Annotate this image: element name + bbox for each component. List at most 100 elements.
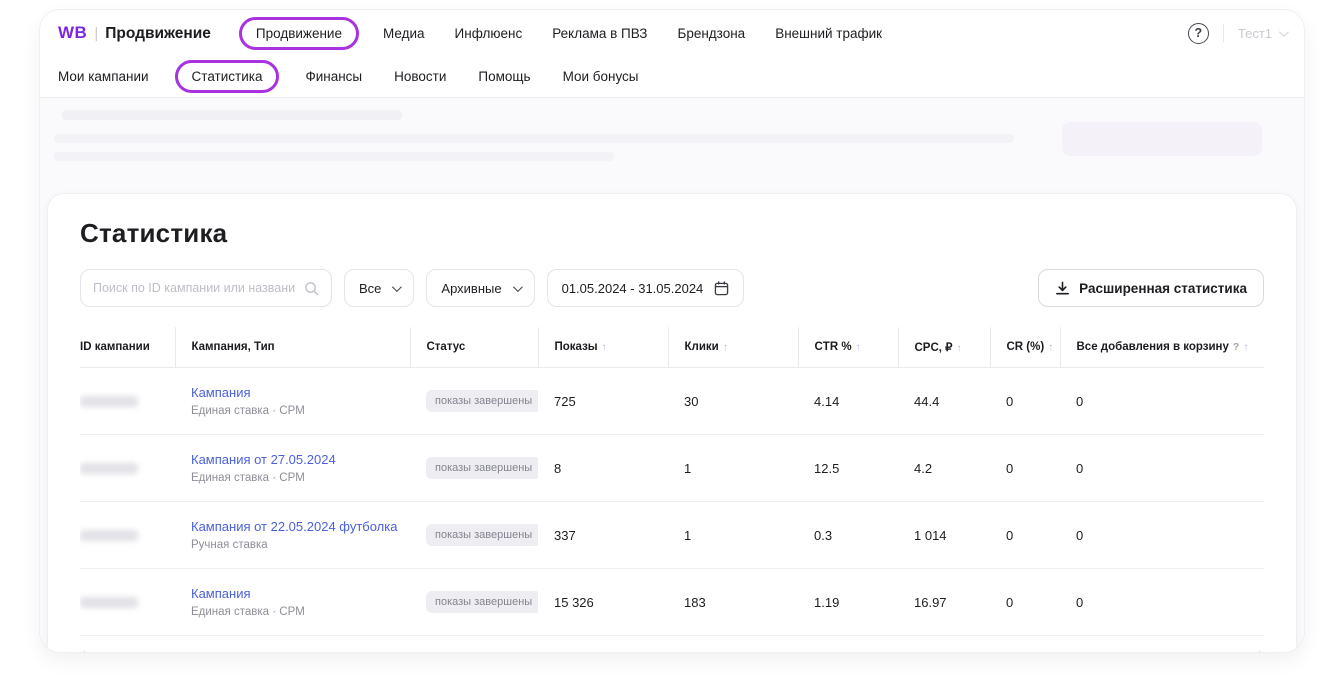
extended-statistics-button[interactable]: Расширенная статистика — [1038, 269, 1264, 307]
campaign-link[interactable]: Кампания от 22.05.2024 футболка — [191, 519, 397, 534]
cr-value: 0 — [1006, 394, 1013, 409]
faded-banner — [48, 98, 1296, 190]
account-label: Тест1 — [1238, 26, 1272, 41]
product-name: Продвижение — [105, 25, 211, 43]
views-value: 725 — [554, 394, 576, 409]
campaigns-table: ID кампании Кампания, Тип Статус Показы↑… — [80, 327, 1264, 636]
logo-separator: | — [94, 25, 98, 42]
campaign-type-label: Единая ставка · CPM — [191, 606, 402, 618]
col-clicks[interactable]: Клики↑ — [668, 327, 798, 368]
sort-asc-icon: ↑ — [602, 342, 607, 353]
campaign-type-label: Ручная ставка — [191, 539, 402, 551]
subnav-item-bonuses[interactable]: Мои бонусы — [563, 69, 639, 84]
col-cart-adds[interactable]: Все добавления в корзину?↑ — [1060, 327, 1264, 368]
clicks-value: 30 — [684, 394, 698, 409]
nav-item-promotion[interactable]: Продвижение — [239, 17, 359, 50]
account-menu[interactable]: Тест1 — [1238, 26, 1286, 41]
nav-item-media[interactable]: Медиа — [383, 26, 425, 41]
status-badge: показы завершены — [426, 457, 538, 479]
filters-row: Все Архивные 01.05.2024 - 31.05.2024 — [80, 269, 1264, 307]
cr-value: 0 — [1006, 461, 1013, 476]
campaign-type-label: Единая ставка · CPM — [191, 405, 402, 417]
ctr-value: 12.5 — [814, 461, 839, 476]
cpc-value: 4.2 — [914, 461, 932, 476]
cart-adds-value: 0 — [1076, 595, 1083, 610]
search-icon — [304, 281, 319, 296]
scrollbar-track[interactable] — [92, 652, 1252, 653]
views-value: 15 326 — [554, 595, 594, 610]
clicks-value: 183 — [684, 595, 706, 610]
subnav-item-news[interactable]: Новости — [394, 69, 446, 84]
sort-asc-icon: ↑ — [856, 342, 861, 353]
banner-text-skeleton — [54, 152, 614, 161]
subnav-item-statistics[interactable]: Статистика — [175, 60, 280, 93]
table-header-row: ID кампании Кампания, Тип Статус Показы↑… — [80, 327, 1264, 368]
sort-asc-icon: ↑ — [1243, 342, 1248, 353]
col-campaign-id: ID кампании — [80, 327, 175, 368]
ctr-value: 0.3 — [814, 528, 832, 543]
nav-item-external-traffic[interactable]: Внешний трафик — [775, 26, 882, 41]
download-icon — [1055, 281, 1070, 296]
scroll-right-arrow[interactable] — [1259, 651, 1264, 652]
sort-asc-icon: ↑ — [1048, 342, 1053, 353]
nav-item-influence[interactable]: Инфлюенс — [455, 26, 523, 41]
nav-item-pvz-ads[interactable]: Реклама в ПВЗ — [552, 26, 647, 41]
table-row: Кампания Единая ставка · CPM показы заве… — [80, 368, 1264, 435]
campaign-type-value: Все — [359, 281, 381, 296]
help-icon[interactable]: ? — [1188, 23, 1209, 44]
chevron-down-icon — [1279, 27, 1289, 37]
top-right-controls: ? Тест1 — [1188, 23, 1286, 44]
brand-logo: WB | Продвижение — [58, 23, 211, 43]
chevron-down-icon — [392, 282, 402, 292]
campaign-id-redacted — [80, 597, 138, 608]
clicks-value: 1 — [684, 461, 691, 476]
cpc-value: 44.4 — [914, 394, 939, 409]
col-campaign-type: Кампания, Тип — [175, 327, 410, 368]
subnav-item-help[interactable]: Помощь — [478, 69, 530, 84]
cpc-value: 1 014 — [914, 528, 947, 543]
subnav-item-my-campaigns[interactable]: Мои кампании — [58, 69, 149, 84]
statistics-card: Статистика Все Архивные — [48, 194, 1296, 652]
status-value: Архивные — [441, 281, 501, 296]
table-row: Кампания от 22.05.2024 футболка Ручная с… — [80, 502, 1264, 569]
search-input[interactable] — [93, 281, 296, 295]
banner-text-skeleton — [54, 134, 1014, 143]
cr-value: 0 — [1006, 528, 1013, 543]
ctr-value: 4.14 — [814, 394, 839, 409]
banner-button-skeleton — [1062, 122, 1262, 156]
sort-asc-icon: ↑ — [957, 343, 962, 354]
cr-value: 0 — [1006, 595, 1013, 610]
clicks-value: 1 — [684, 528, 691, 543]
views-value: 337 — [554, 528, 576, 543]
search-field — [80, 269, 332, 307]
cart-adds-value: 0 — [1076, 528, 1083, 543]
campaign-link[interactable]: Кампания от 27.05.2024 — [191, 452, 336, 467]
status-dropdown[interactable]: Архивные — [426, 269, 534, 307]
col-ctr[interactable]: CTR %↑ — [798, 327, 898, 368]
nav-item-brandzone[interactable]: Брендзона — [677, 26, 745, 41]
scroll-left-arrow[interactable] — [80, 651, 85, 652]
horizontal-scrollbar — [80, 648, 1264, 652]
calendar-icon — [714, 281, 729, 296]
campaign-id-redacted — [80, 463, 138, 474]
campaign-type-dropdown[interactable]: Все — [344, 269, 414, 307]
campaign-link[interactable]: Кампания — [191, 385, 251, 400]
chevron-down-icon — [513, 282, 523, 292]
sub-nav: Мои кампании Статистика Финансы Новости … — [40, 56, 1304, 98]
campaign-link[interactable]: Кампания — [191, 586, 251, 601]
col-cpc[interactable]: CPC, ₽↑ — [898, 327, 990, 368]
status-badge: показы завершены — [426, 591, 538, 613]
views-value: 8 — [554, 461, 561, 476]
campaign-id-redacted — [80, 530, 138, 541]
date-range-picker[interactable]: 01.05.2024 - 31.05.2024 — [547, 269, 745, 307]
status-badge: показы завершены — [426, 390, 538, 412]
campaign-id-redacted — [80, 396, 138, 407]
page-title: Статистика — [80, 218, 1264, 249]
subnav-item-finance[interactable]: Финансы — [305, 69, 362, 84]
page-body: Статистика Все Архивные — [40, 98, 1304, 652]
col-cr[interactable]: CR (%)↑ — [990, 327, 1060, 368]
scrollbar-thumb[interactable] — [94, 652, 836, 653]
top-bar: WB | Продвижение Продвижение Медиа Инфлю… — [40, 10, 1304, 56]
col-views[interactable]: Показы↑ — [538, 327, 668, 368]
help-hint-icon: ? — [1233, 341, 1239, 353]
